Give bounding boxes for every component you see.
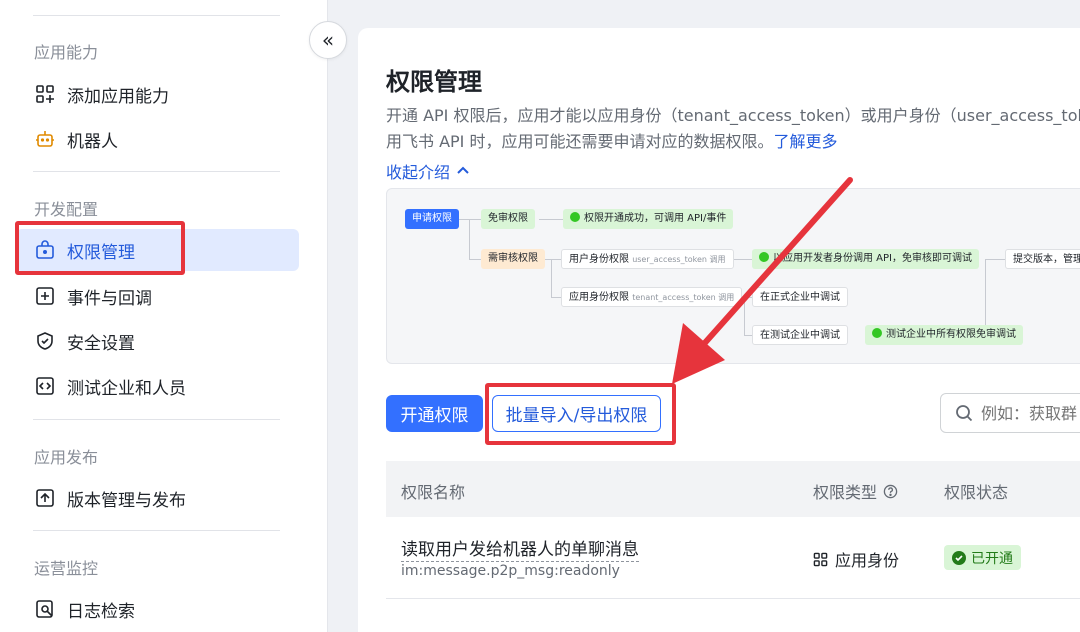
permission-type-text: 应用身份 <box>835 551 900 570</box>
sidebar-item-label: 版本管理与发布 <box>67 490 186 511</box>
shield-icon <box>34 330 56 352</box>
sidebar: 应用能力 添加应用能力 机器人 开发配置 权限管理 事件与回调 安全设置 测试企… <box>0 0 328 632</box>
diagram-test-debug: 在测试企业中调试 <box>752 325 848 345</box>
permission-type: 应用身份 <box>813 547 899 571</box>
sidebar-item-label: 日志检索 <box>67 601 135 622</box>
diagram-test-free: 测试企业中所有权限免审调试 <box>865 325 1023 345</box>
section-app-capability: 应用能力 <box>34 43 99 62</box>
robot-icon <box>34 128 56 150</box>
section-app-release: 应用发布 <box>34 448 99 467</box>
diagram-submit: 提交版本，管理 <box>1005 249 1080 269</box>
lock-box-icon <box>34 239 56 261</box>
sidebar-item-label: 添加应用能力 <box>67 86 169 107</box>
sidebar-item-label: 事件与回调 <box>67 288 152 309</box>
description-line-2-text: 用飞书 API 时，应用可能还需要申请对应的数据权限。 <box>386 132 774 151</box>
sidebar-item-permissions[interactable]: 权限管理 <box>16 229 299 271</box>
permission-search[interactable] <box>940 393 1080 433</box>
status-badge: 已开通 <box>944 545 1021 570</box>
column-header-name: 权限名称 <box>401 483 466 502</box>
diagram-app-identity-text: 应用身份权限 <box>569 292 629 303</box>
diagram-dev-identity: 以应用开发者身份调用 API，免审核即可调试 <box>752 249 979 269</box>
sidebar-item-events[interactable]: 事件与回调 <box>16 275 299 317</box>
permission-name: 读取用户发给机器人的单聊消息 <box>401 535 639 562</box>
page-title: 权限管理 <box>386 68 482 96</box>
diagram-apply: 申请权限 <box>405 209 459 229</box>
fold-intro-toggle[interactable]: 收起介绍 <box>386 159 470 183</box>
divider <box>33 171 280 172</box>
sidebar-item-versions[interactable]: 版本管理与发布 <box>16 477 299 519</box>
fold-intro-label: 收起介绍 <box>386 163 451 182</box>
column-header-status: 权限状态 <box>944 483 1009 502</box>
column-header-type: 权限类型 <box>813 479 898 503</box>
check-icon <box>759 252 769 262</box>
table-row[interactable]: 读取用户发给机器人的单聊消息 im:message.p2p_msg:readon… <box>386 517 1080 599</box>
diagram-no-review: 免审权限 <box>481 209 535 229</box>
sidebar-item-log-search[interactable]: 日志检索 <box>16 588 299 630</box>
enable-permission-button[interactable]: 开通权限 <box>386 395 483 432</box>
check-icon <box>872 328 882 338</box>
sidebar-item-label: 权限管理 <box>67 242 135 263</box>
description-line-1: 开通 API 权限后，应用才能以应用身份（tenant_access_token… <box>386 106 1080 125</box>
chevron-up-icon <box>456 164 470 178</box>
description-line-2: 用飞书 API 时，应用可能还需要申请对应的数据权限。了解更多 <box>386 129 1080 155</box>
divider <box>33 419 280 420</box>
add-grid-icon <box>34 83 56 105</box>
table-header: 权限名称 权限类型 权限状态 <box>386 461 1080 517</box>
diagram-tenant-token: tenant_access_token 调用 <box>632 293 735 302</box>
help-icon[interactable] <box>883 484 898 499</box>
diagram-review: 需审核权限 <box>481 249 545 269</box>
permission-flow-diagram: 申请权限 免审权限 权限开通成功，可调用 API/事件 需审核权限 用户身份权限… <box>386 188 1080 364</box>
search-icon <box>955 404 973 422</box>
status-text: 已开通 <box>971 550 1013 567</box>
diagram-test-free-text: 测试企业中所有权限免审调试 <box>886 329 1016 340</box>
section-monitoring: 运营监控 <box>34 559 99 578</box>
check-circle-icon <box>952 550 966 565</box>
diagram-user-identity-text: 用户身份权限 <box>569 254 629 265</box>
log-search-icon <box>34 598 56 620</box>
divider <box>33 15 280 16</box>
check-icon <box>570 212 580 222</box>
diagram-app-identity: 应用身份权限 tenant_access_token 调用 <box>561 287 743 307</box>
diagram-user-identity: 用户身份权限 user_access_token 调用 <box>561 249 734 269</box>
collapse-sidebar-button[interactable]: « <box>309 21 347 59</box>
upload-icon <box>34 487 56 509</box>
sidebar-item-label: 安全设置 <box>67 333 135 354</box>
diagram-user-token: user_access_token 调用 <box>632 255 726 264</box>
sidebar-item-add-capability[interactable]: 添加应用能力 <box>16 73 299 115</box>
sidebar-item-label: 机器人 <box>67 131 118 152</box>
diagram-dev-identity-text: 以应用开发者身份调用 API，免审核即可调试 <box>773 253 972 264</box>
diagram-prod-debug: 在正式企业中调试 <box>752 287 848 307</box>
app-grid-icon <box>813 552 828 567</box>
sidebar-item-test-org[interactable]: 测试企业和人员 <box>16 365 299 407</box>
page-description: 开通 API 权限后，应用才能以应用身份（tenant_access_token… <box>386 103 1080 155</box>
search-input[interactable] <box>981 403 1080 423</box>
diagram-success-text: 权限开通成功，可调用 API/事件 <box>584 213 727 224</box>
section-dev-config: 开发配置 <box>34 200 99 219</box>
diagram-success: 权限开通成功，可调用 API/事件 <box>563 209 734 229</box>
code-icon <box>34 375 56 397</box>
sidebar-item-robot[interactable]: 机器人 <box>16 118 299 160</box>
column-header-type-text: 权限类型 <box>813 483 878 502</box>
divider <box>33 530 280 531</box>
sidebar-item-label: 测试企业和人员 <box>67 378 186 399</box>
sidebar-item-security[interactable]: 安全设置 <box>16 320 299 362</box>
event-icon <box>34 285 56 307</box>
batch-import-export-button[interactable]: 批量导入/导出权限 <box>492 395 661 432</box>
permission-code: im:message.p2p_msg:readonly <box>401 563 620 579</box>
learn-more-link[interactable]: 了解更多 <box>774 132 838 151</box>
